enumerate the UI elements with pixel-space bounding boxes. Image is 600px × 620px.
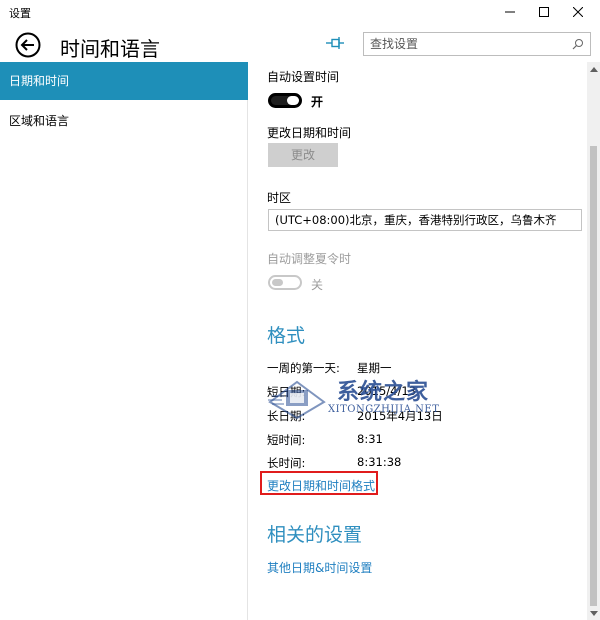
change-format-link[interactable]: 更改日期和时间格式 [267, 477, 375, 494]
search-icon[interactable] [572, 38, 584, 50]
format-value: 8:31:38 [357, 455, 402, 469]
dst-state: 关 [311, 278, 324, 292]
other-datetime-settings-link[interactable]: 其他日期&时间设置 [267, 559, 372, 576]
page-header: 时间和语言 [0, 24, 600, 62]
pin-button[interactable] [325, 35, 345, 51]
scroll-up-button[interactable] [587, 62, 600, 76]
format-key: 长时间: [267, 456, 306, 470]
chevron-up-icon [589, 66, 598, 72]
timezone-select[interactable]: (UTC+08:00)北京，重庆，香港特别行政区，乌鲁木齐 [268, 209, 582, 231]
auto-time-toggle[interactable] [268, 93, 302, 108]
timezone-label: 时区 [267, 191, 292, 205]
search-input[interactable] [370, 36, 566, 52]
watermark-subtext: XITONGZHIJIA.NET [328, 404, 440, 415]
minimize-button[interactable] [494, 0, 526, 24]
chevron-down-icon [589, 610, 598, 616]
sidebar-item-label: 区域和语言 [9, 114, 70, 128]
watermark-text: 系统之家 [337, 379, 430, 405]
format-key: 短时间: [267, 433, 306, 447]
format-value: 8:31 [357, 432, 383, 446]
scroll-down-button[interactable] [587, 606, 600, 620]
close-icon [573, 7, 583, 17]
page-title: 时间和语言 [60, 37, 160, 61]
auto-time-state: 开 [311, 95, 324, 109]
search-box[interactable] [363, 32, 591, 56]
change-datetime-label: 更改日期和时间 [267, 126, 352, 140]
window-title: 设置 [9, 7, 31, 20]
format-section-title: 格式 [267, 325, 306, 347]
change-datetime-button[interactable]: 更改 [268, 143, 338, 167]
main-content: 自动设置时间 开 更改日期和时间 更改 时区 (UTC+08:00)北京，重庆，… [249, 62, 587, 620]
back-arrow-icon [15, 32, 41, 58]
watermark: 系统之家 XITONGZHIJIA.NET [262, 372, 472, 424]
minimize-icon [505, 11, 515, 13]
close-button[interactable] [562, 0, 594, 24]
maximize-button[interactable] [528, 0, 560, 24]
title-bar: 设置 [0, 0, 600, 24]
scrollbar[interactable] [587, 62, 600, 620]
dst-toggle[interactable] [268, 275, 302, 290]
sidebar-item-date-time[interactable]: 日期和时间 [0, 62, 248, 100]
related-settings-title: 相关的设置 [267, 524, 363, 546]
sidebar: 日期和时间 区域和语言 [0, 62, 248, 620]
watermark-logo-icon [268, 380, 326, 420]
dst-label: 自动调整夏令时 [267, 252, 352, 266]
maximize-icon [539, 7, 549, 17]
sidebar-item-region-language[interactable]: 区域和语言 [0, 102, 248, 140]
back-button[interactable] [15, 32, 41, 58]
pin-icon [326, 37, 344, 49]
auto-time-label: 自动设置时间 [267, 70, 340, 84]
scrollbar-thumb[interactable] [590, 146, 597, 606]
sidebar-item-label: 日期和时间 [9, 74, 70, 88]
